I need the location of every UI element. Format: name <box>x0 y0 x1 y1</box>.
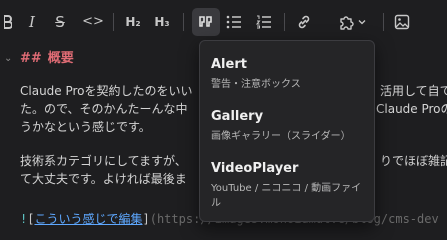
bold-button[interactable] <box>0 12 16 32</box>
plugin-dropdown-menu: Alert 警告・注意ボックス Gallery 画像ギャラリー（スライダー） V… <box>199 40 375 222</box>
code-button[interactable]: <> <box>82 12 104 32</box>
plugin-button[interactable] <box>336 12 368 32</box>
image-button[interactable] <box>392 12 412 32</box>
italic-button[interactable]: I <box>24 12 40 32</box>
paragraph-text: て大丈夫です。よければ最後ま <box>20 172 187 186</box>
paragraph-text: た。ので、そのかんたーんな中 <box>20 102 188 116</box>
toolbar-divider <box>383 13 384 31</box>
link-button[interactable] <box>294 12 314 32</box>
paragraph-line: た。ので、そのかんたーんな中 <box>20 100 188 118</box>
quote-icon <box>199 16 212 27</box>
paragraph-line: うかなという感じです。 <box>20 118 151 136</box>
paragraph-text: りでほぼ雑記 <box>380 154 447 168</box>
heading-text: 概要 <box>47 51 74 66</box>
paragraph-line: 技術系カテゴリにしてますが、 <box>20 152 187 170</box>
ordered-list-button[interactable] <box>255 12 273 32</box>
paragraph-line-tail: Claude Proの <box>376 100 447 118</box>
paragraph-line-tail: りでほぼ雑記 <box>380 152 447 170</box>
menu-item-alert[interactable]: Alert 警告・注意ボックス <box>211 56 371 92</box>
menu-item-title: VideoPlayer <box>211 161 299 176</box>
chevron-down-icon <box>358 20 365 25</box>
toolbar-divider <box>284 13 285 31</box>
menu-item-description-line: ル <box>211 198 221 209</box>
paragraph-line: Claude Proを契約したのをいい <box>20 82 193 100</box>
strikethrough-button[interactable]: S <box>52 12 68 32</box>
menu-item-description: 警告・注意ボックス <box>211 79 301 90</box>
paragraph-text: 技術系カテゴリにしてますが、 <box>20 154 187 168</box>
bracket-close: ] <box>142 212 150 226</box>
menu-item-title: Alert <box>211 57 247 72</box>
toolbar-divider <box>183 13 184 31</box>
paragraph-text: Claude Proを契約したのをいい <box>20 84 193 98</box>
menu-item-description: YouTube / ニコニコ / 動画ファイ ル <box>211 181 371 211</box>
paragraph-text: うかなという感じです。 <box>20 120 151 134</box>
bullet-list-button[interactable] <box>225 12 243 32</box>
ordered-list-icon <box>256 15 271 29</box>
menu-item-videoplayer[interactable]: VideoPlayer YouTube / ニコニコ / 動画ファイ ル <box>211 160 371 211</box>
quote-button[interactable] <box>192 8 220 36</box>
menu-item-description: 画像ギャラリー（スライダー） <box>211 131 351 142</box>
bullet-list-icon <box>226 15 241 29</box>
image-icon <box>394 14 410 30</box>
menu-item-gallery[interactable]: Gallery 画像ギャラリー（スライダー） <box>211 108 371 144</box>
heading-marker: ## <box>20 51 42 66</box>
heading3-button[interactable]: H₃ <box>153 12 171 32</box>
toolbar-divider <box>113 13 114 31</box>
paragraph-text: Claude Proの <box>376 102 447 116</box>
bold-icon <box>4 15 12 29</box>
heading-line: ## 概要 <box>20 47 74 66</box>
heading2-button[interactable]: H₂ <box>124 12 142 32</box>
paragraph-line-tail: 活用して自て <box>380 82 447 100</box>
link-icon <box>298 15 310 29</box>
link-text[interactable]: こういう感じで編集 <box>34 212 142 226</box>
editor-toolbar: I S <> H₂ H₃ <box>0 0 447 44</box>
paragraph-text: 活用して自て <box>380 84 447 98</box>
paragraph-line: て大丈夫です。よければ最後ま <box>20 170 187 188</box>
menu-item-description-line: YouTube / ニコニコ / 動画ファイ <box>211 183 362 194</box>
chevron-down-icon[interactable]: ⌄ <box>4 53 12 64</box>
menu-item-title: Gallery <box>211 109 264 124</box>
puzzle-icon <box>339 16 354 30</box>
